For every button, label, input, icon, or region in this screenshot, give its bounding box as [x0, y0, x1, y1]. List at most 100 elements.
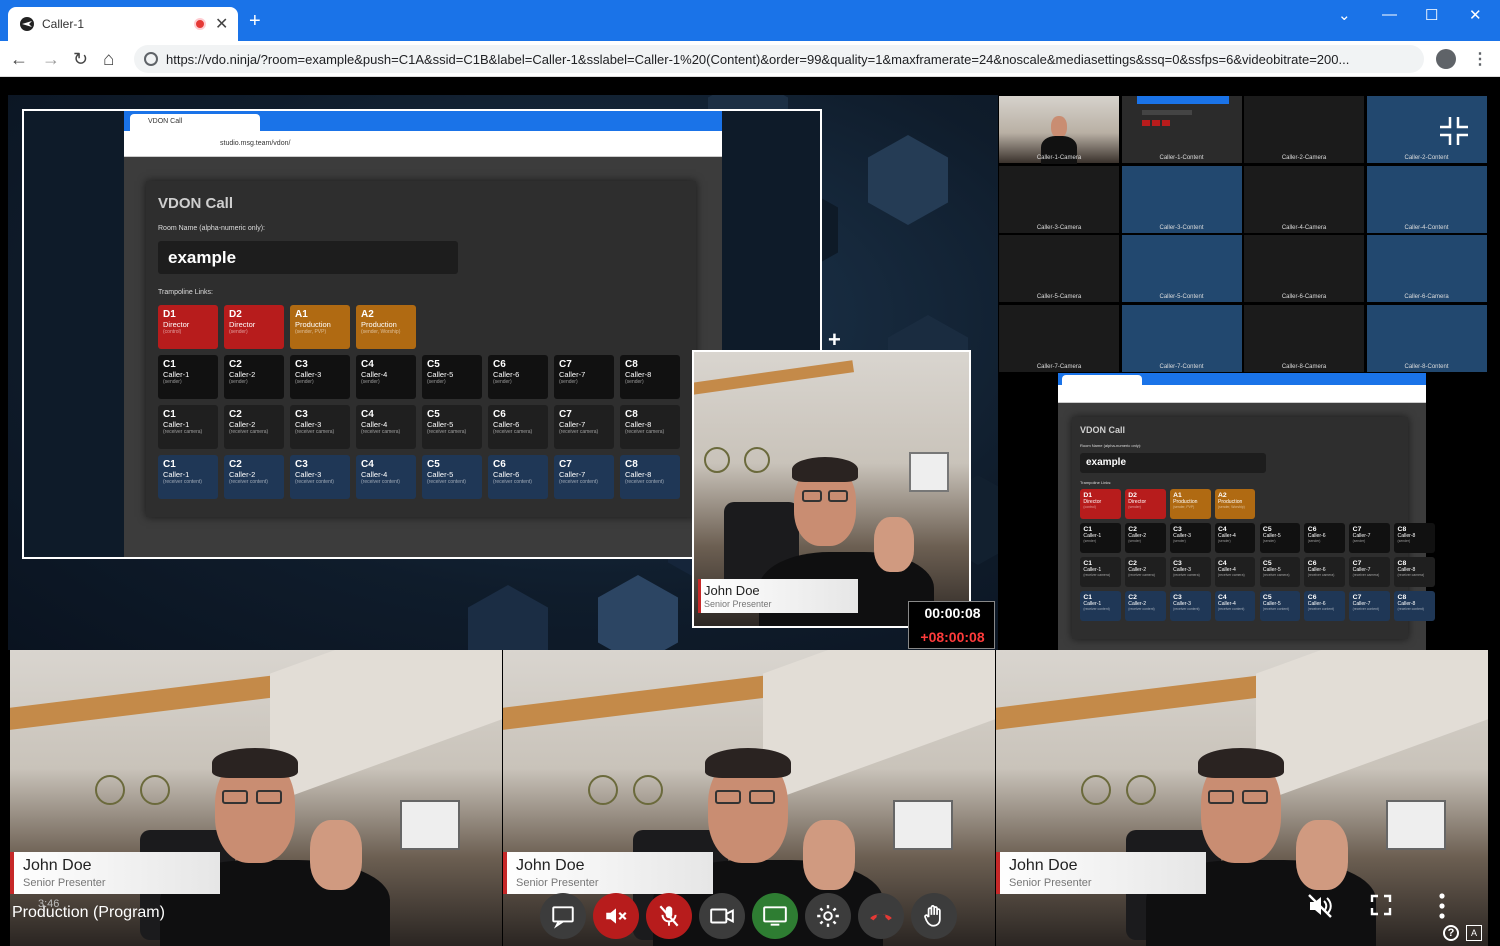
grid-cell-caller-5-content[interactable]: Caller-5-Content: [1120, 234, 1243, 303]
right-tramp-btn-c5[interactable]: C5 Caller-5 (sender): [1259, 523, 1301, 553]
window-close-button[interactable]: ✕: [1469, 6, 1482, 24]
main-tramp-btn-c3[interactable]: C3 Caller-3 (receiver content): [290, 455, 350, 499]
main-tramp-btn-c1[interactable]: C1 Caller-1 (receiver content): [158, 455, 218, 499]
grid-cell-caller-3-camera[interactable]: Caller-3-Camera: [998, 164, 1120, 234]
main-tramp-btn-c8[interactable]: C8 Caller-8 (sender): [620, 355, 680, 399]
right-tramp-btn-c4[interactable]: C4 Caller-4 (receiver camera): [1214, 557, 1256, 587]
right-tramp-btn-c7[interactable]: C7 Caller-7 (sender): [1349, 523, 1391, 553]
main-tramp-btn-c4[interactable]: C4 Caller-4 (receiver content): [356, 455, 416, 499]
main-tramp-btn-c8[interactable]: C8 Caller-8 (receiver content): [620, 455, 680, 499]
raise-hand-button[interactable]: [911, 893, 957, 939]
right-tramp-btn-c8[interactable]: C8 Caller-8 (sender): [1394, 523, 1435, 553]
main-tramp-btn-d2[interactable]: D2 Director (sender): [224, 305, 284, 349]
main-tramp-btn-a1[interactable]: A1 Production (sender, PVP): [290, 305, 350, 349]
tab-search-button[interactable]: ⌄: [1338, 6, 1351, 24]
right-tramp-btn-c3[interactable]: C3 Caller-3 (receiver camera): [1169, 557, 1211, 587]
maximize-button[interactable]: ☐: [1425, 6, 1438, 24]
room-input[interactable]: example: [158, 241, 458, 274]
main-tramp-btn-c4[interactable]: C4 Caller-4 (receiver camera): [356, 405, 416, 449]
grid-cell-caller-4-content[interactable]: Caller-4-Content: [1365, 164, 1488, 234]
main-tramp-btn-c2[interactable]: C2 Caller-2 (receiver content): [224, 455, 284, 499]
right-tramp-btn-c3[interactable]: C3 Caller-3 (sender): [1169, 523, 1211, 553]
main-tramp-btn-d1[interactable]: D1 Director (control): [158, 305, 218, 349]
grid-cell-caller-6-camera[interactable]: Caller-6-Camera: [1243, 234, 1365, 303]
more-options-icon[interactable]: [1436, 892, 1448, 920]
right-tramp-btn-c2[interactable]: C2 Caller-2 (receiver camera): [1124, 557, 1166, 587]
main-tramp-btn-c8[interactable]: C8 Caller-8 (receiver camera): [620, 405, 680, 449]
main-tramp-btn-a2[interactable]: A2 Production (sender, Worship): [356, 305, 416, 349]
grid-cell-caller-2-camera[interactable]: Caller-2-Camera: [1243, 95, 1365, 164]
grid-cell-caller-7-camera[interactable]: Caller-7-Camera: [998, 303, 1120, 373]
new-tab-button[interactable]: +: [249, 11, 261, 31]
right-tramp-btn-c4[interactable]: C4 Caller-4 (receiver content): [1214, 591, 1256, 621]
right-tramp-btn-c1[interactable]: C1 Caller-1 (sender): [1080, 523, 1121, 553]
grid-cell-caller-8-content[interactable]: Caller-8-Content: [1365, 303, 1488, 373]
main-tramp-btn-c6[interactable]: C6 Caller-6 (sender): [488, 355, 548, 399]
grid-cell-caller-8-camera[interactable]: Caller-8-Camera: [1243, 303, 1365, 373]
screen-share-button[interactable]: [752, 893, 798, 939]
main-tramp-btn-c3[interactable]: C3 Caller-3 (sender): [290, 355, 350, 399]
speaker-mute-button[interactable]: [593, 893, 639, 939]
right-tramp-btn-c5[interactable]: C5 Caller-5 (receiver content): [1259, 591, 1301, 621]
volume-muted-icon[interactable]: [1306, 892, 1334, 920]
translate-icon[interactable]: A: [1466, 925, 1482, 941]
main-tramp-btn-c4[interactable]: C4 Caller-4 (sender): [356, 355, 416, 399]
grid-cell-caller-3-content[interactable]: Caller-3-Content: [1120, 164, 1243, 234]
site-info-icon[interactable]: [144, 52, 158, 66]
right-tramp-btn-c6[interactable]: C6 Caller-6 (receiver content): [1304, 591, 1346, 621]
right-tramp-btn-d1[interactable]: D1 Director (control): [1080, 489, 1121, 519]
main-tramp-btn-c5[interactable]: C5 Caller-5 (receiver camera): [422, 405, 482, 449]
grid-cell-caller-6-camera[interactable]: Caller-6-Camera: [1365, 234, 1488, 303]
grid-cell-caller-4-camera[interactable]: Caller-4-Camera: [1243, 164, 1365, 234]
program-camera-3[interactable]: John Doe Senior Presenter: [996, 650, 1488, 946]
program-camera-1[interactable]: John Doe Senior Presenter: [10, 650, 502, 946]
main-tramp-btn-c7[interactable]: C7 Caller-7 (receiver camera): [554, 405, 614, 449]
right-tramp-btn-c5[interactable]: C5 Caller-5 (receiver camera): [1259, 557, 1301, 587]
help-icon[interactable]: ?: [1443, 925, 1459, 941]
minimize-layout-icon[interactable]: [1438, 115, 1470, 147]
forward-button[interactable]: →: [42, 49, 62, 69]
main-tramp-btn-c1[interactable]: C1 Caller-1 (sender): [158, 355, 218, 399]
main-tramp-btn-c3[interactable]: C3 Caller-3 (receiver camera): [290, 405, 350, 449]
main-tramp-btn-c5[interactable]: C5 Caller-5 (sender): [422, 355, 482, 399]
grid-cell-caller-5-camera[interactable]: Caller-5-Camera: [998, 234, 1120, 303]
right-tramp-btn-c4[interactable]: C4 Caller-4 (sender): [1214, 523, 1256, 553]
hangup-button[interactable]: [858, 893, 904, 939]
right-tramp-btn-c2[interactable]: C2 Caller-2 (receiver content): [1124, 591, 1166, 621]
grid-cell-caller-7-content[interactable]: Caller-7-Content: [1120, 303, 1243, 373]
right-tramp-btn-c6[interactable]: C6 Caller-6 (sender): [1304, 523, 1346, 553]
tab-close-button[interactable]: ✕: [215, 14, 228, 34]
browser-menu-button[interactable]: ⋮: [1472, 49, 1488, 69]
right-tramp-btn-c1[interactable]: C1 Caller-1 (receiver content): [1080, 591, 1121, 621]
right-tramp-btn-a2[interactable]: A2 Production (sender, Worship): [1214, 489, 1256, 519]
main-tramp-btn-c7[interactable]: C7 Caller-7 (receiver content): [554, 455, 614, 499]
right-tramp-btn-d2[interactable]: D2 Director (sender): [1124, 489, 1166, 519]
chat-button[interactable]: [540, 893, 586, 939]
right-tramp-btn-c6[interactable]: C6 Caller-6 (receiver camera): [1304, 557, 1346, 587]
right-tramp-btn-c3[interactable]: C3 Caller-3 (receiver content): [1169, 591, 1211, 621]
main-tramp-btn-c6[interactable]: C6 Caller-6 (receiver camera): [488, 405, 548, 449]
mic-mute-button[interactable]: [646, 893, 692, 939]
back-button[interactable]: ←: [10, 49, 30, 69]
right-tramp-btn-c7[interactable]: C7 Caller-7 (receiver camera): [1349, 557, 1391, 587]
right-tramp-btn-c8[interactable]: C8 Caller-8 (receiver camera): [1394, 557, 1435, 587]
right-tramp-btn-c7[interactable]: C7 Caller-7 (receiver content): [1349, 591, 1391, 621]
main-tramp-btn-c5[interactable]: C5 Caller-5 (receiver content): [422, 455, 482, 499]
grid-cell-caller-1-content[interactable]: Caller-1-Content: [1120, 95, 1243, 164]
main-tramp-btn-c1[interactable]: C1 Caller-1 (receiver camera): [158, 405, 218, 449]
main-tramp-btn-c7[interactable]: C7 Caller-7 (sender): [554, 355, 614, 399]
minimize-button[interactable]: —: [1382, 6, 1397, 23]
fullscreen-icon[interactable]: [1370, 894, 1392, 916]
home-button[interactable]: ⌂: [103, 49, 123, 70]
browser-tab[interactable]: Caller-1 ✕: [8, 7, 238, 41]
camera-toggle-button[interactable]: [699, 893, 745, 939]
right-tramp-btn-c2[interactable]: C2 Caller-2 (sender): [1124, 523, 1166, 553]
main-tramp-btn-c2[interactable]: C2 Caller-2 (sender): [224, 355, 284, 399]
main-tramp-btn-c2[interactable]: C2 Caller-2 (receiver camera): [224, 405, 284, 449]
main-tramp-btn-c6[interactable]: C6 Caller-6 (receiver content): [488, 455, 548, 499]
grid-cell-caller-1-camera[interactable]: Caller-1-Camera: [998, 95, 1120, 164]
right-tramp-btn-c8[interactable]: C8 Caller-8 (receiver content): [1394, 591, 1435, 621]
right-tramp-btn-c1[interactable]: C1 Caller-1 (receiver camera): [1080, 557, 1121, 587]
omnibox[interactable]: https://vdo.ninja/?room=example&push=C1A…: [134, 45, 1424, 73]
settings-button[interactable]: [805, 893, 851, 939]
